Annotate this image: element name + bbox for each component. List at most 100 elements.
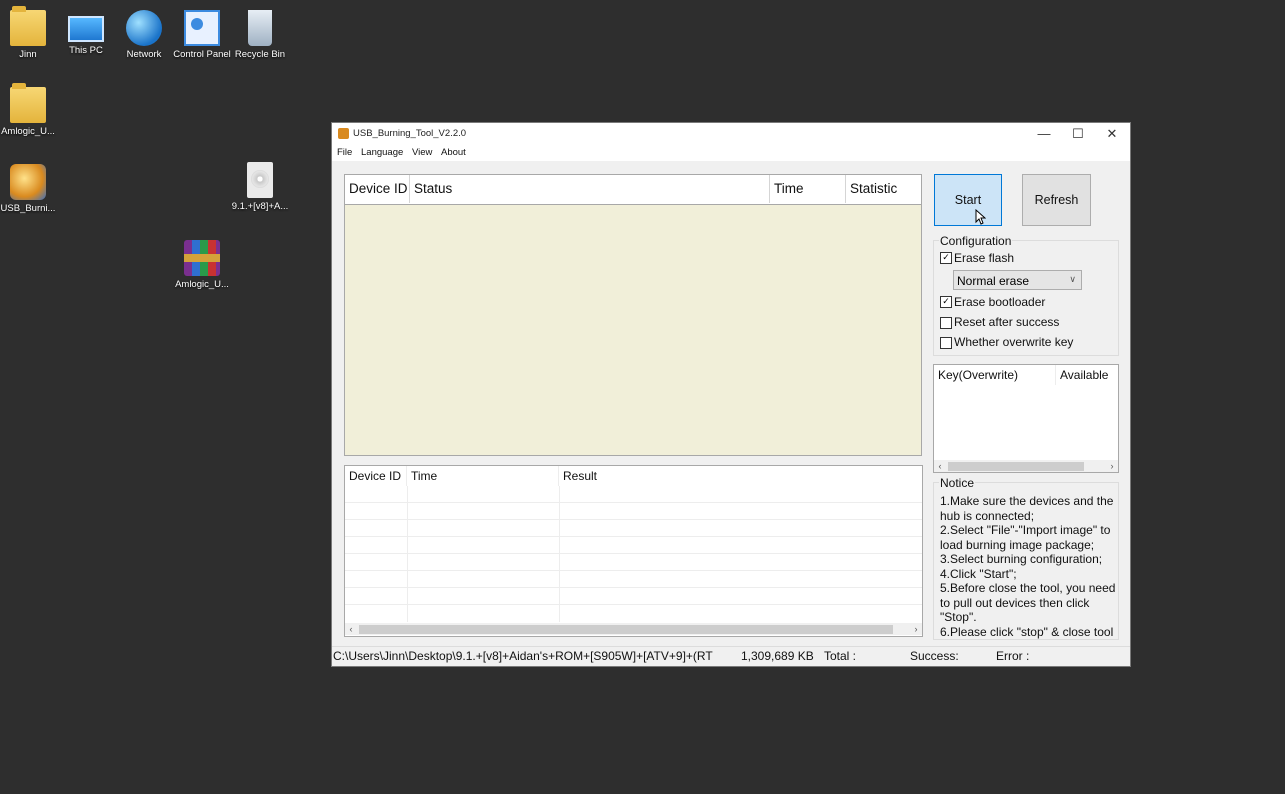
menu-about[interactable]: About xyxy=(441,147,466,158)
notice-line: 3.Select burning configuration; xyxy=(940,552,1103,566)
status-success: Success: xyxy=(910,649,959,663)
desktop-icon-network[interactable]: Network xyxy=(112,10,176,60)
column-header-time[interactable]: Time xyxy=(770,175,846,203)
usb-burning-tool-window: USB_Burning_Tool_V2.2.0 — ☐ ✕ File Langu… xyxy=(331,122,1131,667)
usb-burning-tool-icon xyxy=(10,164,46,200)
chevron-down-icon: ∨ xyxy=(1069,274,1076,284)
scroll-right-arrow-icon[interactable]: › xyxy=(910,623,922,635)
erase-mode-select[interactable]: Normal erase ∨ xyxy=(953,270,1082,290)
erase-bootloader-checkbox[interactable]: ✓ xyxy=(940,296,952,308)
desktop-icon-label: Amlogic_U... xyxy=(1,126,55,137)
desktop-icon-usb-burning-tool[interactable]: USB_Burni... xyxy=(0,164,60,214)
grid-line xyxy=(345,604,922,605)
grid-line xyxy=(345,519,922,520)
minimize-button[interactable]: — xyxy=(1027,123,1061,145)
column-header-device-id[interactable]: Device ID xyxy=(345,175,410,203)
column-header-available[interactable]: Available xyxy=(1056,365,1118,385)
notice-line: 6.Please click "stop" & close tool xyxy=(940,624,1114,639)
network-icon xyxy=(126,10,162,46)
refresh-button[interactable]: Refresh xyxy=(1022,174,1091,226)
recycle-bin-icon xyxy=(248,10,272,46)
desktop-icon-label: Control Panel xyxy=(173,49,231,60)
scroll-left-arrow-icon[interactable]: ‹ xyxy=(934,460,946,472)
computer-icon xyxy=(68,16,104,42)
column-header-time[interactable]: Time xyxy=(407,466,559,486)
notice-title: Notice xyxy=(939,476,976,490)
desktop-icon-label: USB_Burni... xyxy=(0,203,56,214)
scroll-thumb[interactable] xyxy=(948,462,1084,471)
folder-icon xyxy=(10,83,46,123)
notice-line: 5.Before close the tool, you need xyxy=(940,581,1116,595)
grid-line xyxy=(559,486,560,622)
scroll-left-arrow-icon[interactable]: ‹ xyxy=(345,623,357,635)
grid-line xyxy=(345,536,922,537)
status-total: Total : xyxy=(824,649,857,663)
column-header-device-id[interactable]: Device ID xyxy=(345,466,407,486)
column-header-key-overwrite[interactable]: Key(Overwrite) xyxy=(934,365,1056,385)
mouse-cursor-icon xyxy=(975,209,986,225)
maximize-button[interactable]: ☐ xyxy=(1061,123,1095,145)
grid-line xyxy=(345,570,922,571)
user-folder-icon xyxy=(10,6,46,46)
horizontal-scrollbar[interactable]: ‹ › xyxy=(934,460,1118,472)
control-panel-icon xyxy=(184,10,220,46)
desktop-icon-label: This PC xyxy=(69,45,103,56)
result-table[interactable]: Device ID Time Result ‹ › xyxy=(344,465,923,637)
desktop-icon-recycle-bin[interactable]: Recycle Bin xyxy=(228,10,292,60)
start-button-label: Start xyxy=(954,193,982,207)
menu-language[interactable]: Language xyxy=(361,147,403,158)
desktop-icon-label: Recycle Bin xyxy=(234,49,286,60)
notice-line: 1.Make sure the devices and the xyxy=(940,494,1114,508)
desktop-icon-amlogic-folder[interactable]: Amlogic_U... xyxy=(0,83,60,137)
desktop-icon-this-pc[interactable]: This PC xyxy=(54,10,118,56)
status-bar xyxy=(332,646,1130,647)
menu-view[interactable]: View xyxy=(412,147,432,158)
configuration-title: Configuration xyxy=(939,234,1013,248)
overwrite-key-label[interactable]: Whether overwrite key xyxy=(954,335,1073,349)
device-table-header: Device ID Status Time Statistic xyxy=(345,175,921,205)
refresh-button-label: Refresh xyxy=(1034,193,1079,207)
desktop-icon-disc-image[interactable]: 9.1.+[v8]+A... xyxy=(228,162,292,212)
desktop-icon-control-panel[interactable]: Control Panel xyxy=(170,10,234,60)
status-image-path: C:\Users\Jinn\Desktop\9.1.+[v8]+Aidan's+… xyxy=(333,649,713,663)
scroll-right-arrow-icon[interactable]: › xyxy=(1106,460,1118,472)
menu-file[interactable]: File xyxy=(337,147,352,158)
winrar-archive-icon xyxy=(184,240,220,276)
notice-line: 4.Click "Start"; xyxy=(940,566,1017,581)
desktop-icon-label: Amlogic_U... xyxy=(175,279,229,290)
start-button[interactable]: Start xyxy=(934,174,1002,226)
status-error: Error : xyxy=(996,649,1030,663)
erase-bootloader-label[interactable]: Erase bootloader xyxy=(954,295,1045,309)
desktop-icon-label: Jinn xyxy=(19,49,37,60)
scroll-thumb[interactable] xyxy=(359,625,893,634)
column-header-result[interactable]: Result xyxy=(559,466,922,486)
erase-mode-value: Normal erase xyxy=(957,274,1030,288)
key-table[interactable]: Key(Overwrite) Available ‹ › xyxy=(933,364,1119,473)
reset-after-success-label[interactable]: Reset after success xyxy=(954,315,1059,329)
close-button[interactable]: ✕ xyxy=(1095,123,1129,145)
erase-flash-checkbox[interactable]: ✓ xyxy=(940,252,952,264)
window-title: USB_Burning_Tool_V2.2.0 xyxy=(353,128,467,139)
desktop-icon-jinn[interactable]: Jinn xyxy=(0,6,60,60)
column-header-status[interactable]: Status xyxy=(410,175,770,203)
notice-line: 2.Select "File"-"Import image" to xyxy=(940,523,1111,537)
notice-line: to pull out devices then click xyxy=(940,595,1090,610)
status-image-size: 1,309,689 KB xyxy=(741,649,814,663)
desktop-icon-label: 9.1.+[v8]+A... xyxy=(231,201,289,212)
grid-line xyxy=(345,553,922,554)
notice-text: 1.Make sure the devices and the hub is c… xyxy=(940,494,1122,639)
device-table[interactable]: Device ID Status Time Statistic xyxy=(344,174,922,456)
notice-line: "Stop". xyxy=(940,610,977,624)
reset-after-success-checkbox[interactable] xyxy=(940,317,952,329)
notice-line: load burning image package; xyxy=(940,537,1095,552)
grid-line xyxy=(345,587,922,588)
overwrite-key-checkbox[interactable] xyxy=(940,337,952,349)
title-bar[interactable]: USB_Burning_Tool_V2.2.0 — ☐ ✕ xyxy=(332,123,1130,145)
column-header-statistic[interactable]: Statistic xyxy=(846,175,922,203)
app-icon xyxy=(338,128,349,139)
horizontal-scrollbar[interactable]: ‹ › xyxy=(345,623,922,635)
menu-bar: File Language View About xyxy=(332,145,1130,161)
grid-line xyxy=(345,502,922,503)
erase-flash-label[interactable]: Erase flash xyxy=(954,251,1014,265)
desktop-icon-amlogic-archive[interactable]: Amlogic_U... xyxy=(170,240,234,290)
